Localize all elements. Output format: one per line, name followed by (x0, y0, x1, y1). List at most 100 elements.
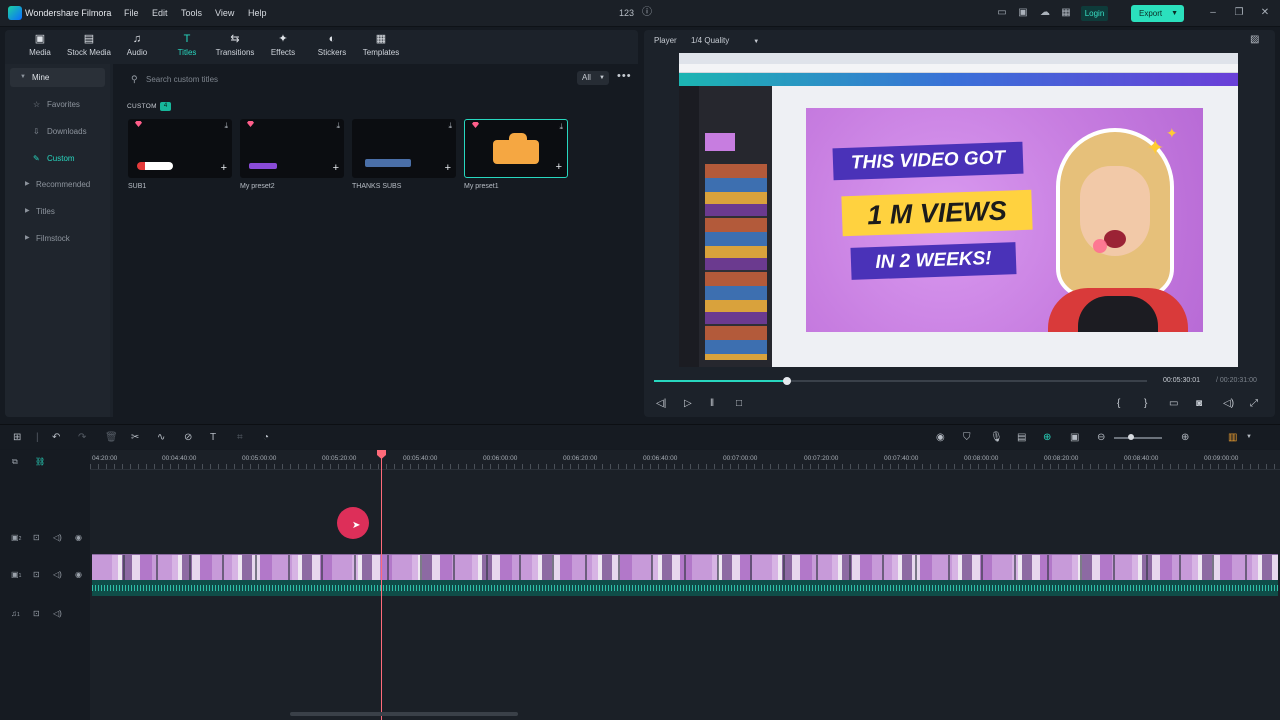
minimize-icon[interactable]: – (1207, 7, 1219, 19)
volume-icon[interactable]: ◁) (1223, 398, 1234, 410)
menu-help[interactable]: Help (248, 8, 267, 18)
camera-icon[interactable]: ◙ (1196, 398, 1202, 410)
playback-progress-bar[interactable] (654, 377, 1147, 385)
maximize-icon[interactable]: ❐ (1233, 7, 1245, 19)
zoom-slider[interactable] (1114, 437, 1162, 439)
pip-icon[interactable]: ▣ (1070, 432, 1079, 443)
sidebar-item-downloads[interactable]: ⇩ Downloads (10, 122, 105, 141)
export-label: Export (1139, 9, 1163, 18)
render-icon[interactable]: ◉ (936, 432, 945, 443)
preset-card-thanks-subs[interactable]: ⤓ + (352, 119, 456, 178)
disable-icon[interactable]: ⊘ (184, 432, 192, 443)
tab-titles[interactable]: T Titles (172, 33, 202, 57)
add-icon[interactable]: + (333, 162, 339, 174)
add-icon[interactable]: + (556, 161, 562, 173)
quality-dropdown[interactable]: 1/4 Quality ▼ (691, 36, 759, 45)
pause-icon[interactable]: ‖ (710, 398, 714, 410)
preset-card-my-preset2[interactable]: ⤓ + (240, 119, 344, 178)
menu-view[interactable]: View (215, 8, 234, 18)
sidebar-item-mine[interactable]: ▼ Mine (10, 68, 105, 87)
sidebar-item-filmstock[interactable]: ▶ Filmstock (10, 229, 105, 248)
playhead-line[interactable] (381, 450, 382, 720)
tab-stickers[interactable]: ◐ Stickers (314, 33, 350, 57)
zoom-out-icon[interactable]: ⊖ (1097, 432, 1105, 443)
tab-templates[interactable]: ▦ Templates (360, 33, 402, 57)
voiceover-icon[interactable]: ▤ (1017, 432, 1026, 443)
eye-icon[interactable]: ◉ (75, 570, 82, 579)
menu-tools[interactable]: Tools (181, 8, 202, 18)
sidebar-item-custom[interactable]: ✎ Custom (10, 149, 105, 168)
download-icon[interactable]: ⤓ (559, 122, 563, 132)
display-icon[interactable]: ▭ (1169, 398, 1178, 410)
cloud-icon[interactable]: ☁ (1039, 7, 1051, 19)
audio-wave-icon[interactable]: ∿ (157, 432, 165, 443)
fullscreen-icon[interactable]: ⤢ (1250, 398, 1258, 410)
redo-icon[interactable]: ↷ (78, 432, 86, 443)
tab-effects[interactable]: ✦ Effects (267, 33, 299, 57)
grid-icon[interactable]: ▦ (1060, 7, 1072, 19)
playback-scrubber-handle[interactable] (783, 377, 792, 385)
save-icon[interactable]: ▣ (1017, 7, 1029, 19)
titles-icon: T (183, 33, 191, 45)
download-icon[interactable]: ⤓ (224, 121, 228, 131)
tab-transitions[interactable]: ⇆ Transitions (210, 33, 260, 57)
close-icon[interactable]: ✕ (1259, 7, 1271, 19)
undo-icon[interactable]: ↶ (52, 432, 60, 443)
audio-meter-icon[interactable]: ▥ (1228, 432, 1237, 443)
eye-icon[interactable]: ◉ (75, 533, 82, 542)
layout-icon[interactable]: ▭ (996, 7, 1008, 19)
marker-icon[interactable]: ⛉ (963, 432, 971, 443)
menu-file[interactable]: File (124, 8, 139, 18)
search-input[interactable] (146, 72, 346, 86)
split-scissors-icon[interactable]: ✂ (131, 432, 139, 443)
microphone-icon[interactable]: 🎙 (990, 432, 1003, 443)
video-preview[interactable]: THIS VIDEO GOT 1 M VIEWS IN 2 WEEKS! ✦ ✦ (679, 53, 1238, 367)
mute-icon[interactable]: ◁) (53, 609, 62, 618)
mute-icon[interactable]: ◁) (53, 570, 62, 579)
add-icon[interactable]: + (445, 162, 451, 174)
timeline-scrollbar[interactable] (290, 712, 518, 716)
export-button[interactable]: Export ▼ (1131, 5, 1184, 22)
tab-stock-media[interactable]: ▤ Stock Media (65, 33, 113, 57)
snapshot-icon[interactable]: ▨ (1250, 34, 1259, 45)
download-icon[interactable]: ⤓ (336, 121, 340, 131)
mark-in-icon[interactable]: { (1117, 398, 1120, 410)
stop-icon[interactable]: □ (736, 398, 742, 410)
sidebar-item-favorites[interactable]: ☆ Favorites (10, 95, 105, 114)
download-icon[interactable]: ⤓ (448, 121, 452, 131)
delete-icon[interactable]: 🗑 (105, 432, 118, 443)
tab-audio[interactable]: ♫ Audio (122, 33, 152, 57)
tab-media[interactable]: ▣ Media (25, 33, 55, 57)
zoom-slider-handle[interactable] (1128, 434, 1134, 440)
step-back-icon[interactable]: ◁| (656, 398, 666, 410)
zoom-in-icon[interactable]: ⊕ (1181, 432, 1189, 443)
speed-icon[interactable]: ◔ (263, 432, 269, 443)
crop-icon[interactable]: ⌗ (237, 432, 243, 443)
layout-grid-icon[interactable]: ⊞ (13, 432, 21, 443)
play-icon[interactable]: ▷ (684, 398, 692, 410)
preset-card-sub1[interactable]: ⤓ + (128, 119, 232, 178)
link-icon[interactable]: ⛓ (35, 457, 45, 466)
snap-icon[interactable]: ⊕ (1043, 432, 1051, 443)
video-clip-strip[interactable] (92, 554, 1278, 580)
add-track-icon[interactable]: ⧉ (12, 457, 18, 466)
mark-out-icon[interactable]: } (1144, 398, 1147, 410)
folder-icon[interactable]: ⊡ (33, 570, 40, 579)
folder-icon[interactable]: ⊡ (33, 533, 40, 542)
chevron-down-icon[interactable]: ▼ (1246, 432, 1252, 443)
sidebar-item-titles[interactable]: ▶ Titles (10, 202, 105, 221)
text-tool-icon[interactable]: T (210, 432, 216, 443)
info-icon[interactable]: ⓘ (641, 7, 653, 19)
filter-dropdown[interactable]: All ▼ (577, 71, 609, 85)
timeline-ruler[interactable]: 04:20:00 00:04:40:00 00:05:00:00 00:05:2… (90, 450, 1280, 470)
mute-icon[interactable]: ◁) (53, 533, 62, 542)
preset-card-my-preset1[interactable]: ⤓ + (464, 119, 568, 178)
sidebar-item-recommended[interactable]: ▶ Recommended (10, 175, 105, 194)
folder-icon[interactable]: ⊡ (33, 609, 40, 618)
audio-waveform[interactable] (92, 580, 1278, 596)
menu-edit[interactable]: Edit (152, 8, 168, 18)
login-button[interactable]: Login (1081, 6, 1108, 21)
add-icon[interactable]: + (221, 162, 227, 174)
more-options-icon[interactable]: ••• (617, 70, 632, 82)
timeline-area[interactable]: 04:20:00 00:04:40:00 00:05:00:00 00:05:2… (90, 450, 1280, 720)
